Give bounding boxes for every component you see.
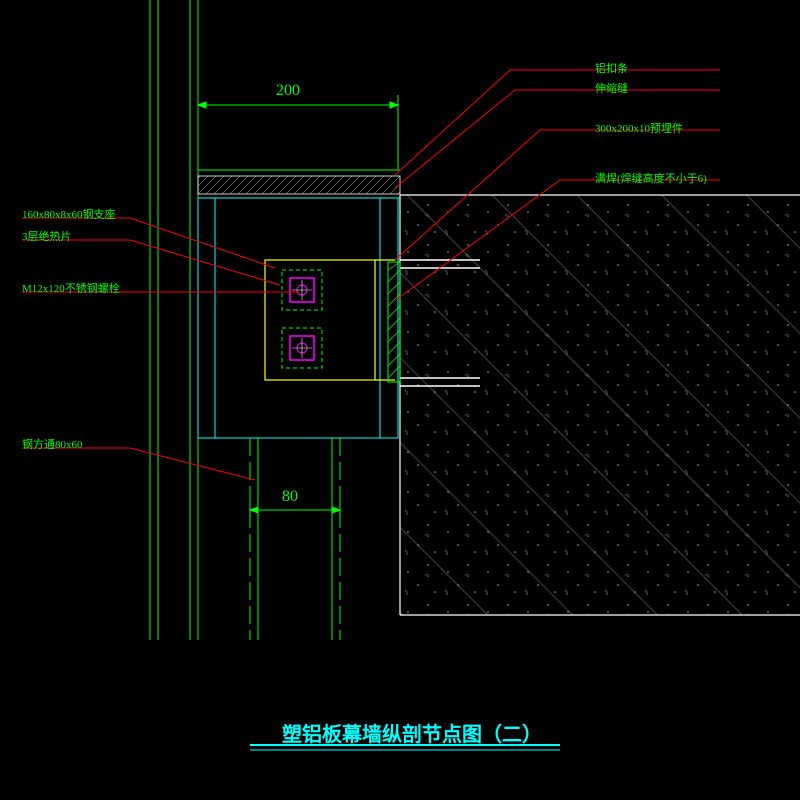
label-l7: M12x120不锈钢螺栓 xyxy=(22,280,120,296)
label-l2: 伸缩缝 xyxy=(595,80,628,96)
label-l5: 160x80x8x60钢支座 xyxy=(22,206,116,222)
dim-200-text: 200 xyxy=(276,82,300,100)
concrete-slab xyxy=(400,195,800,615)
drawing-title: 塑铝板幕墙纵剖节点图（二） xyxy=(282,718,542,747)
cavity-outline xyxy=(198,198,398,438)
steel-bracket xyxy=(265,260,395,380)
label-l4: 满焊(焊缝高度不小于6) xyxy=(595,170,707,186)
label-l6: 3层绝热片 xyxy=(22,228,72,244)
dim-80-text: 80 xyxy=(282,488,298,506)
cad-drawing: 200 80 铝扣条 伸缩缝 300x200x10预埋件 满焊(焊缝高度不小于6… xyxy=(0,0,800,800)
dim-200 xyxy=(198,95,398,170)
label-l1: 铝扣条 xyxy=(595,60,628,76)
bolt-upper xyxy=(282,270,322,310)
mullion-lines xyxy=(150,0,198,640)
label-l3: 300x200x10预埋件 xyxy=(595,120,683,136)
bolt-lower xyxy=(282,328,322,368)
steel-tube xyxy=(250,438,340,640)
top-channel xyxy=(198,170,400,198)
label-l8: 钢方通80x60 xyxy=(22,436,83,452)
